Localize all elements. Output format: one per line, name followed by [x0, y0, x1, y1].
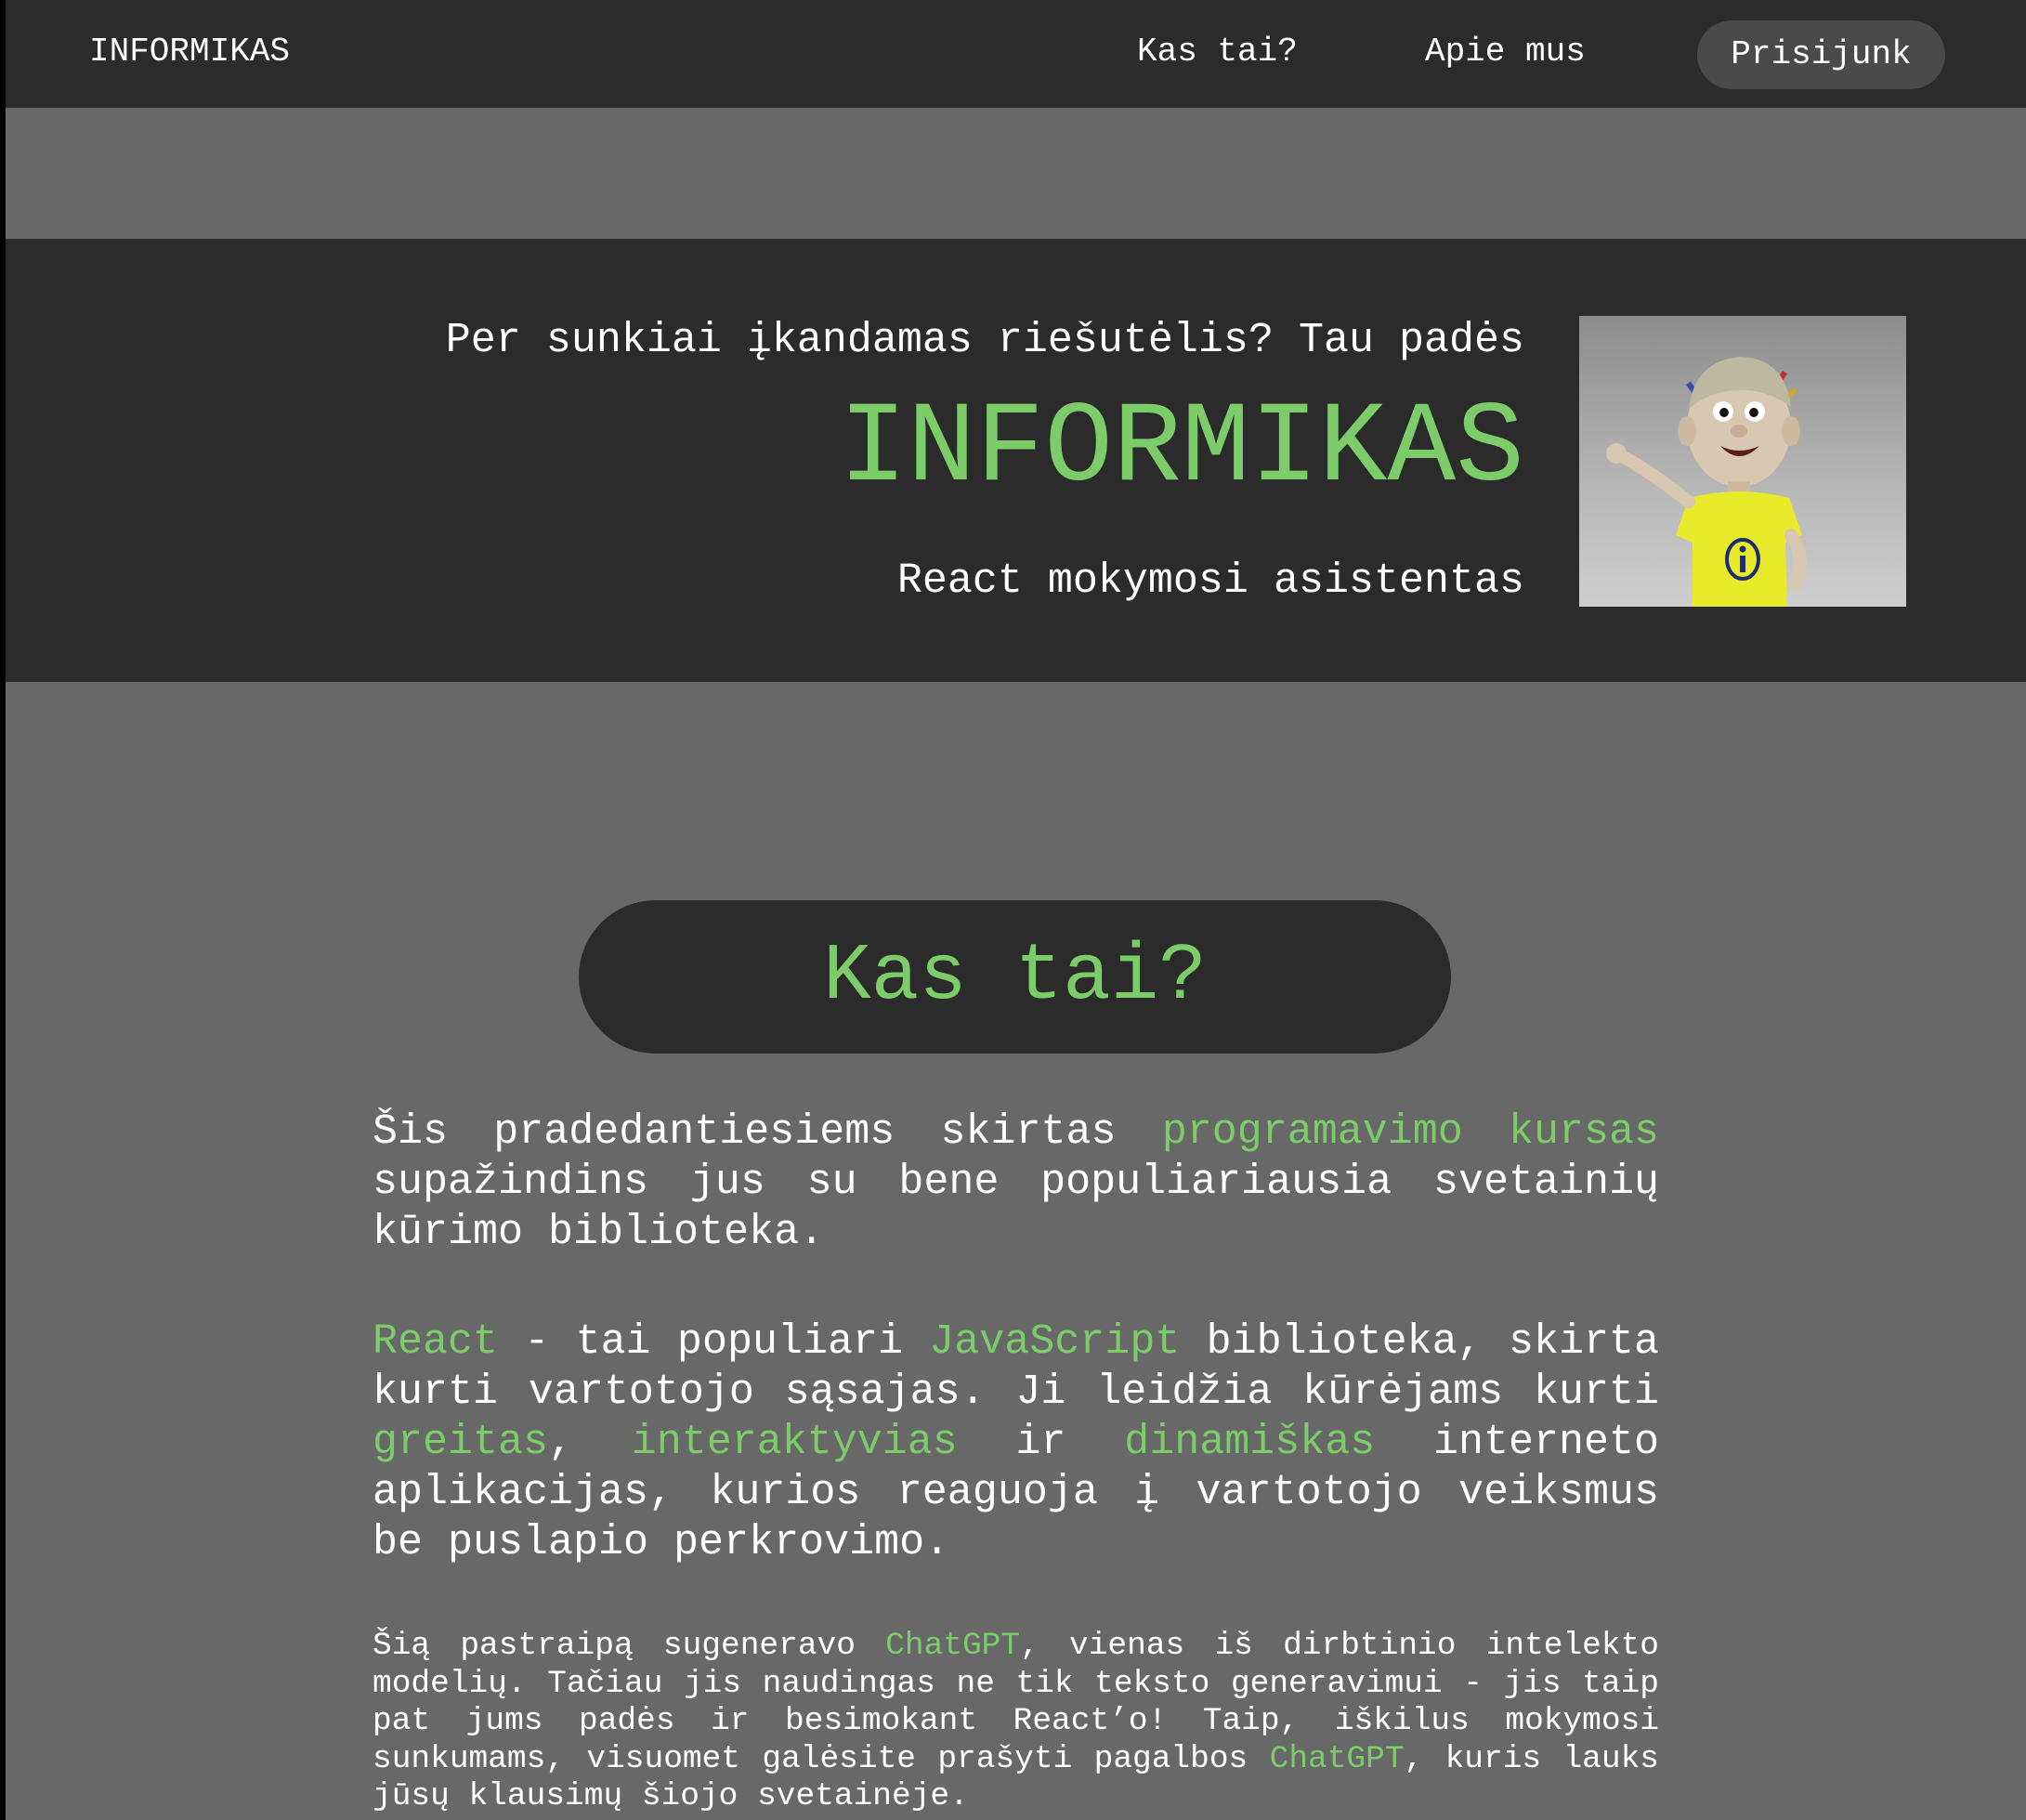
mascot-illustration — [1606, 357, 1807, 607]
section-content: Šis pradedantiesiems skirtas programavim… — [373, 1107, 1659, 1816]
hero-title: INFORMIKAS — [838, 385, 1524, 514]
hero-subtitle: React mokymosi asistentas — [896, 557, 1524, 605]
hero-tagline: Per sunkiai įkandamas riešutėlis? Tau pa… — [445, 317, 1524, 364]
react-paragraph: React - tai populiari JavaScript bibliot… — [373, 1317, 1659, 1568]
mascot-image — [1579, 316, 1906, 607]
navbar: INFORMIKAS Kas tai? Apie mus Prisijunk — [6, 0, 2026, 108]
text-segment: , — [548, 1419, 632, 1466]
highlight-greitas: greitas — [373, 1419, 549, 1466]
highlight-chatgpt: ChatGPT — [885, 1628, 1021, 1664]
hero-banner: Per sunkiai įkandamas riešutėlis? Tau pa… — [6, 239, 2026, 682]
nav-link-kas-tai[interactable]: Kas tai? — [1137, 31, 1298, 73]
intro-paragraph: Šis pradedantiesiems skirtas programavim… — [373, 1107, 1659, 1258]
highlight-interaktyvias: interaktyvias — [631, 1419, 958, 1466]
text-segment: - tai populiari — [498, 1318, 930, 1366]
login-button[interactable]: Prisijunk — [1697, 20, 1945, 89]
highlight-dinamiskas: dinamiškas — [1124, 1419, 1376, 1466]
highlight-course: programavimo kursas — [1161, 1108, 1659, 1156]
highlight-chatgpt: ChatGPT — [1269, 1740, 1405, 1777]
nav-link-apie-mus[interactable]: Apie mus — [1425, 31, 1586, 73]
text-segment: ir — [957, 1419, 1125, 1466]
page: INFORMIKAS Kas tai? Apie mus Prisijunk P… — [6, 0, 2026, 1820]
brand-logo[interactable]: INFORMIKAS — [89, 31, 290, 73]
text-segment: Šią pastraipą sugeneravo — [373, 1628, 886, 1664]
highlight-javascript: JavaScript — [929, 1318, 1181, 1366]
text-segment: Šis pradedantiesiems skirtas — [373, 1108, 1162, 1156]
chatgpt-paragraph: Šią pastraipą sugeneravo ChatGPT, vienas… — [373, 1628, 1659, 1816]
section-heading-kas-tai: Kas tai? — [579, 900, 1451, 1054]
highlight-react: React — [373, 1318, 499, 1366]
text-segment: supažindins jus su bene populiariausia s… — [373, 1159, 1659, 1256]
